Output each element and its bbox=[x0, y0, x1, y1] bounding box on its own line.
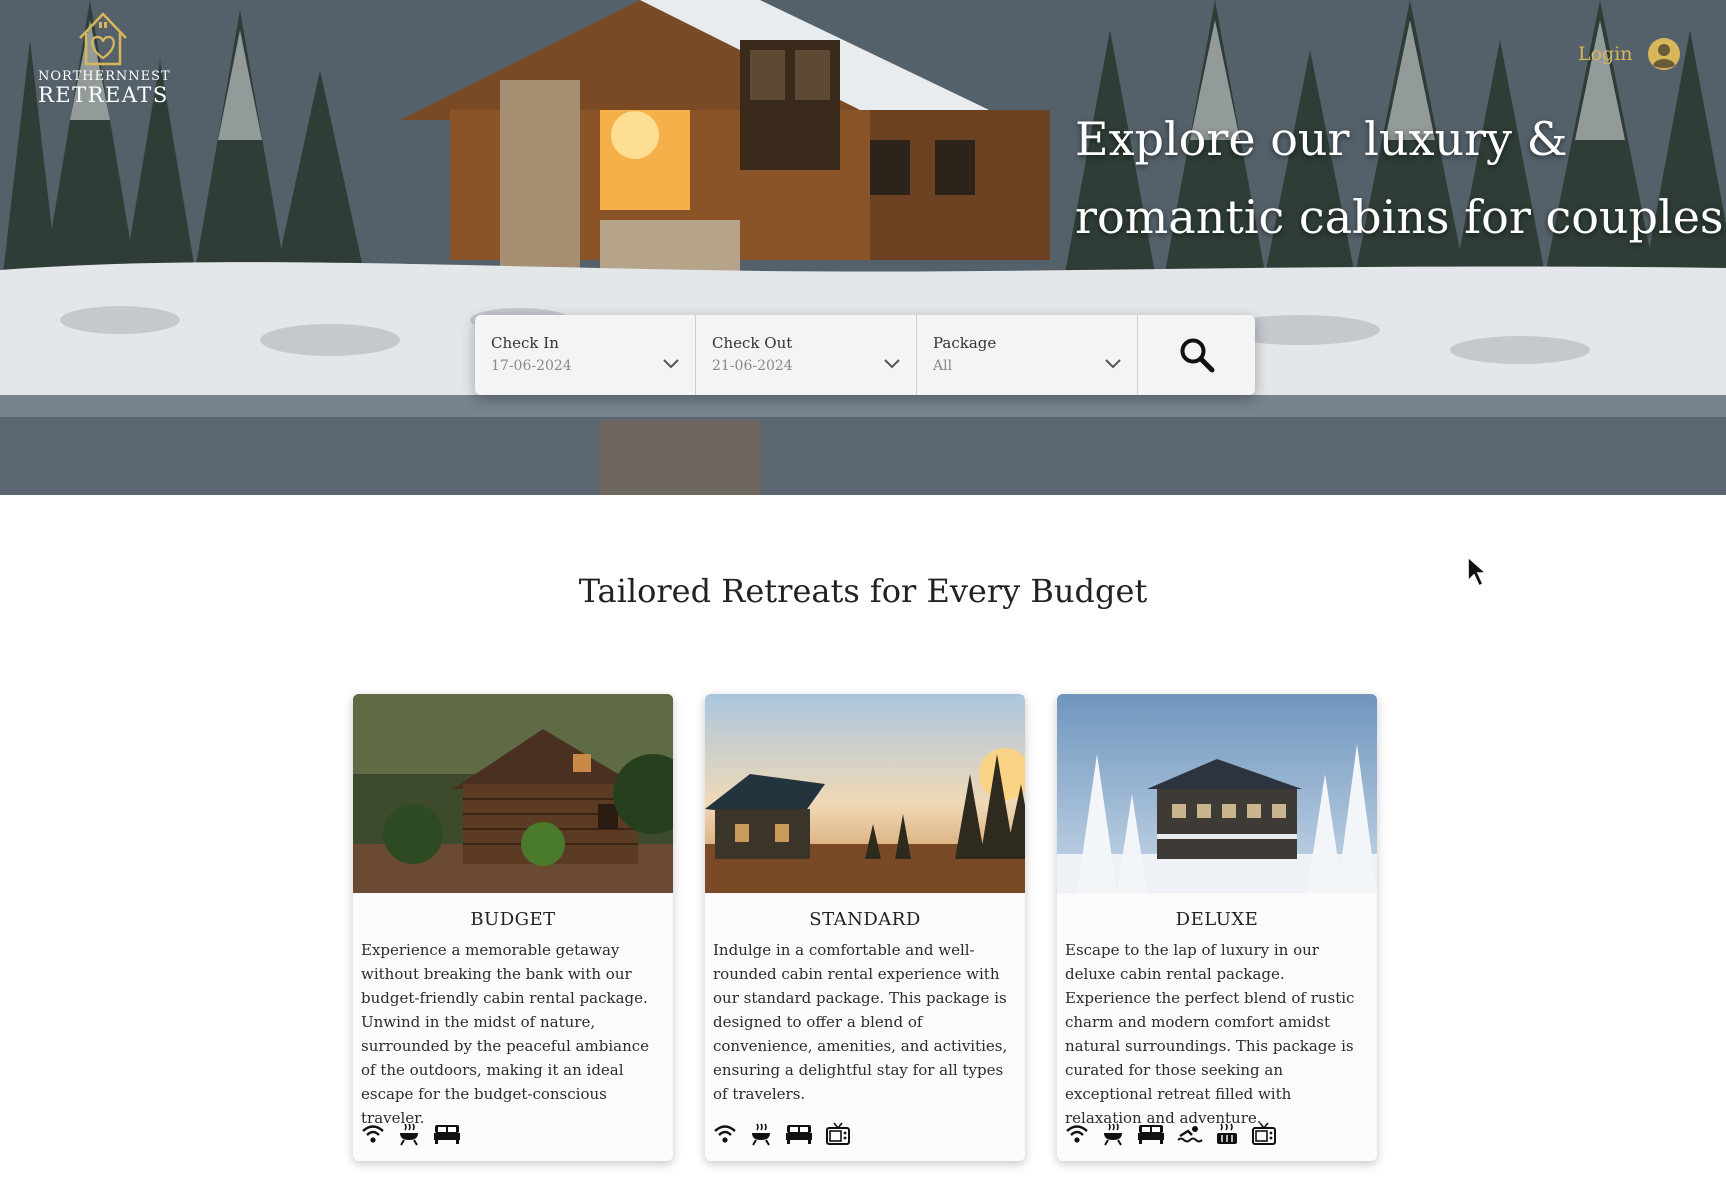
bbq-grill-icon bbox=[397, 1122, 421, 1146]
hero-headline-line1: Explore our luxury & bbox=[1075, 112, 1568, 166]
swimming-icon bbox=[1177, 1123, 1203, 1145]
amenities-standard bbox=[713, 1122, 851, 1146]
package-title-budget: BUDGET bbox=[470, 909, 556, 930]
brand-name-top: NORTHERNNEST bbox=[38, 69, 171, 84]
package-label: Package bbox=[933, 334, 997, 352]
check-out-field[interactable]: Check Out 21-06-2024 bbox=[696, 315, 917, 395]
tv-icon bbox=[1251, 1122, 1277, 1146]
mouse-cursor-icon bbox=[1467, 555, 1489, 588]
package-card-deluxe[interactable]: DELUXE Escape to the lap of luxury in ou… bbox=[1057, 694, 1377, 1161]
check-in-field[interactable]: Check In 17-06-2024 bbox=[475, 315, 696, 395]
chevron-down-icon bbox=[663, 359, 679, 369]
package-value: All bbox=[933, 358, 953, 374]
package-select[interactable]: Package All bbox=[917, 315, 1138, 395]
bed-icon bbox=[433, 1123, 461, 1145]
amenities-budget bbox=[361, 1122, 461, 1146]
standard-cabin-image bbox=[705, 694, 1025, 893]
wifi-icon bbox=[713, 1123, 737, 1145]
search-icon bbox=[1180, 338, 1214, 373]
package-title-standard: STANDARD bbox=[809, 909, 921, 930]
chevron-down-icon bbox=[1105, 359, 1121, 369]
bbq-grill-icon bbox=[749, 1122, 773, 1146]
package-card-budget[interactable]: BUDGET Experience a memorable getaway wi… bbox=[353, 694, 673, 1161]
hero-headline: Explore our luxury & romantic cabins for… bbox=[1075, 100, 1725, 256]
wifi-icon bbox=[1065, 1123, 1089, 1145]
package-desc-standard: Indulge in a comfortable and well-rounde… bbox=[713, 941, 1008, 1103]
tv-icon bbox=[825, 1122, 851, 1146]
login-label: Login bbox=[1578, 43, 1633, 65]
check-in-label: Check In bbox=[491, 334, 559, 352]
check-out-label: Check Out bbox=[712, 334, 793, 352]
wifi-icon bbox=[361, 1123, 385, 1145]
hero-headline-line2: romantic cabins for couples bbox=[1075, 190, 1724, 244]
package-cards: BUDGET Experience a memorable getaway wi… bbox=[353, 694, 1377, 1161]
hot-tub-icon bbox=[1215, 1122, 1239, 1146]
bbq-grill-icon bbox=[1101, 1122, 1125, 1146]
package-card-standard[interactable]: STANDARD Indulge in a comfortable and we… bbox=[705, 694, 1025, 1161]
package-title-deluxe: DELUXE bbox=[1175, 909, 1259, 930]
bed-icon bbox=[785, 1123, 813, 1145]
amenities-deluxe bbox=[1065, 1122, 1277, 1146]
user-circle-icon bbox=[1647, 38, 1680, 70]
house-heart-icon bbox=[79, 12, 127, 66]
bed-icon bbox=[1137, 1123, 1165, 1145]
check-out-value: 21-06-2024 bbox=[712, 358, 793, 374]
brand-name-bottom: RETREATS bbox=[38, 83, 169, 107]
login-button[interactable]: Login bbox=[1578, 36, 1681, 72]
booking-search-bar: Check In 17-06-2024 Check Out 21-06-2024… bbox=[475, 315, 1255, 395]
hero-banner: NORTHERNNEST RETREATS Login Explore our … bbox=[0, 0, 1726, 495]
search-button[interactable] bbox=[1138, 315, 1255, 395]
package-desc-budget: Experience a memorable getaway without b… bbox=[361, 941, 650, 1127]
brand-logo[interactable]: NORTHERNNEST RETREATS bbox=[38, 8, 171, 107]
package-desc-deluxe: Escape to the lap of luxury in our delux… bbox=[1065, 941, 1355, 1127]
budget-cabin-image bbox=[353, 694, 673, 893]
chevron-down-icon bbox=[884, 359, 900, 369]
deluxe-cabin-image bbox=[1057, 694, 1377, 893]
check-in-value: 17-06-2024 bbox=[491, 358, 572, 374]
